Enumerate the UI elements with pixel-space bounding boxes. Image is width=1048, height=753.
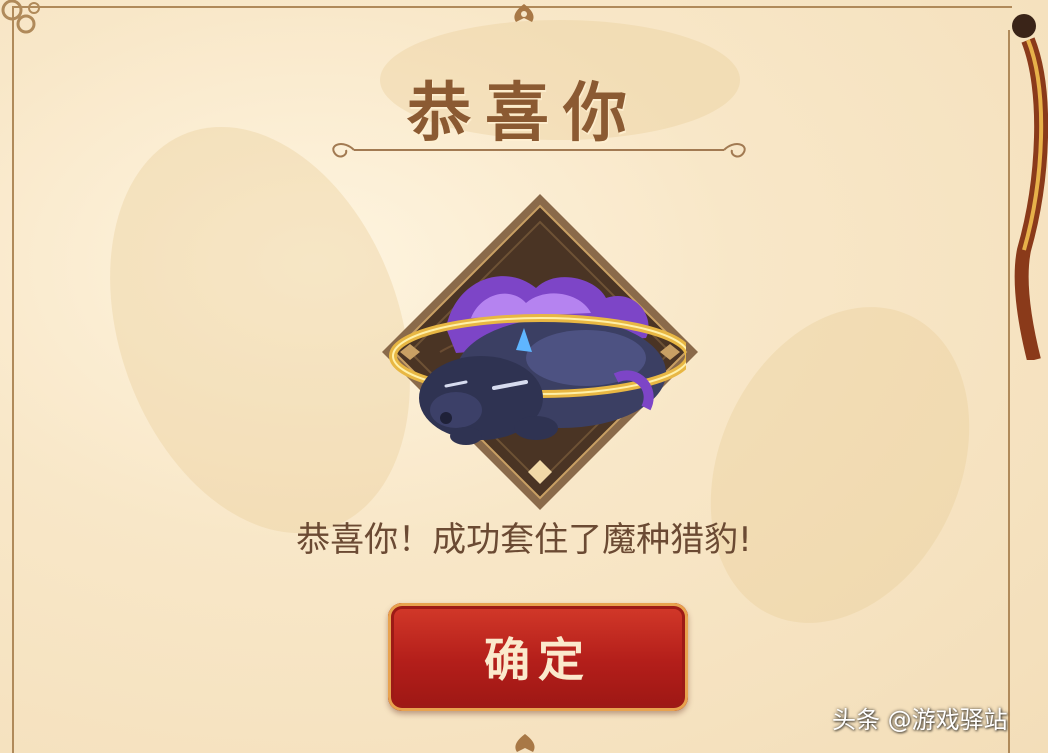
cloud-ornament-icon xyxy=(514,4,534,22)
reward-dialog: 恭喜你 恭喜你！成功套住了魔种猎豹! 确定 头条 @游戏驿站 xyxy=(0,0,1048,753)
cloud-ornament-icon xyxy=(515,734,535,752)
confirm-button[interactable]: 确定 xyxy=(388,603,688,711)
sleeping-purple-leopard-icon xyxy=(389,276,686,445)
bg-swirl xyxy=(661,264,1019,666)
scroll-strap-icon xyxy=(1012,14,1048,360)
title-divider xyxy=(332,143,746,158)
confirm-button-label: 确定 xyxy=(484,633,592,687)
corner-knot-icon xyxy=(1,0,40,34)
reward-message: 恭喜你！成功套住了魔种猎豹! xyxy=(296,520,752,560)
watermark-text: 头条 @游戏驿站 xyxy=(832,706,1008,734)
